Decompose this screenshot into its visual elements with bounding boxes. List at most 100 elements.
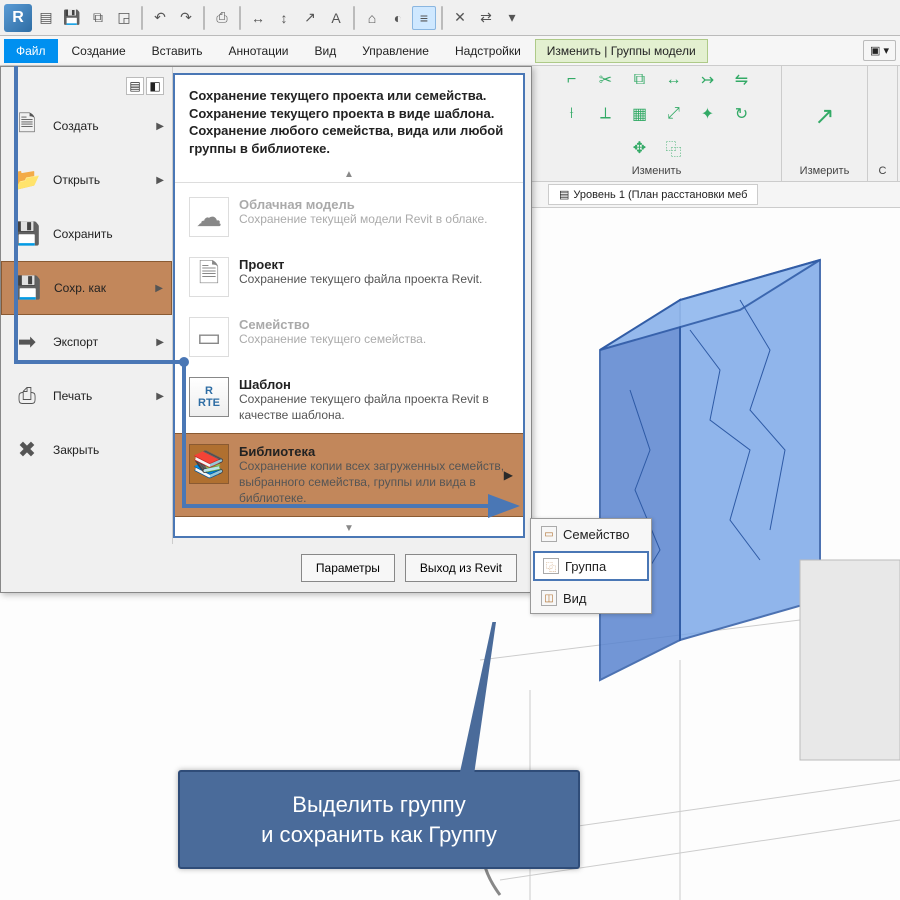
desc: Сохранение текущего файла проекта Revit. <box>239 272 482 288</box>
saveas-cloud-model[interactable]: ☁ Облачная модель Сохранение текущей мод… <box>175 187 523 247</box>
file-menu-minitools: ▤ ◧ <box>1 77 172 99</box>
qat-separator <box>239 6 241 30</box>
scroll-down-icon[interactable]: ▼ <box>175 521 523 536</box>
qat-dropdown-icon[interactable]: ▾ <box>500 6 524 30</box>
save-icon: 💾 <box>11 218 43 250</box>
file-menu-sidebar: ▤ ◧ 🗎 Создать ▶ 📂 Открыть ▶ 💾 Сохранить … <box>1 67 173 544</box>
exit-revit-button[interactable]: Выход из Revit <box>405 554 517 582</box>
pin-icon[interactable]: ✦ <box>693 99 723 129</box>
file-menu-save[interactable]: 💾 Сохранить <box>1 207 172 261</box>
file-menu-create[interactable]: 🗎 Создать ▶ <box>1 99 172 153</box>
app-logo: R <box>4 4 32 32</box>
qat-thinlines-icon[interactable]: ≡ <box>412 6 436 30</box>
qat-separator <box>441 6 443 30</box>
scroll-up-icon[interactable]: ▲ <box>175 167 523 182</box>
cope-icon[interactable]: ⌐ <box>557 65 587 95</box>
ribbon-panel-c: С <box>868 66 898 181</box>
saveas-template[interactable]: RRTE Шаблон Сохранение текущего файла пр… <box>175 367 523 433</box>
tab-file[interactable]: Файл <box>4 39 58 63</box>
chevron-right-icon: ▶ <box>504 468 513 482</box>
file-menu-saveas[interactable]: 💾 Сохр. как ▶ <box>1 261 172 315</box>
tab-addins[interactable]: Надстройки <box>443 39 533 63</box>
array-icon[interactable]: ▦ <box>625 99 655 129</box>
join-icon[interactable]: ⧉ <box>625 65 655 95</box>
qat-align-icon[interactable]: ↕ <box>272 6 296 30</box>
mirror-icon[interactable]: ⇋ <box>727 65 757 95</box>
qat-dim-icon[interactable]: ↗ <box>298 6 322 30</box>
ribbon-panel-label: Измерить <box>800 163 850 179</box>
title: Проект <box>239 257 482 272</box>
file-menu-footer: Параметры Выход из Revit <box>1 544 531 592</box>
tab-view[interactable]: Вид <box>303 39 349 63</box>
qat-close-icon[interactable]: ✕ <box>448 6 472 30</box>
saveas-family[interactable]: ▭ Семейство Сохранение текущего семейств… <box>175 307 523 367</box>
rotate-icon[interactable]: ↻ <box>727 99 757 129</box>
library-save-view[interactable]: ◫ Вид <box>531 583 651 613</box>
title: Семейство <box>239 317 426 332</box>
template-icon: RRTE <box>189 377 229 417</box>
family-icon: ▭ <box>189 317 229 357</box>
pin-small-icon[interactable]: ◧ <box>146 77 164 95</box>
library-save-family[interactable]: ▭ Семейство <box>531 519 651 549</box>
recent-small-icon[interactable]: ▤ <box>126 77 144 95</box>
label: Экспорт <box>53 335 98 349</box>
qat-section-icon[interactable]: ◐ <box>386 6 410 30</box>
saveas-library[interactable]: 📚 Библиотека Сохранение копии всех загру… <box>175 433 523 517</box>
qat-sync-icon[interactable]: ◲ <box>112 6 136 30</box>
options-button[interactable]: Параметры <box>301 554 395 582</box>
close-file-icon: ✖ <box>11 434 43 466</box>
move-icon[interactable]: ✥ <box>625 133 655 163</box>
align-icon[interactable]: ↔ <box>659 65 689 95</box>
view-tab-label: Уровень 1 (План расстановки меб <box>573 189 747 201</box>
label: Создать <box>53 119 99 133</box>
family-small-icon: ▭ <box>541 526 557 542</box>
ribbon-panel-measure: ↗ Измерить <box>782 66 868 181</box>
desc: Сохранение текущей модели Revit в облаке… <box>239 212 488 228</box>
label: Закрыть <box>53 443 99 457</box>
library-icon: 📚 <box>189 444 229 484</box>
chevron-right-icon: ▶ <box>156 391 164 402</box>
qat-print-icon[interactable]: ⎙ <box>210 6 234 30</box>
quick-access-toolbar: R ▤ 💾 ⧉ ◲ ↶ ↷ ⎙ ↔ ↕ ↗ A ⌂ ◐ ≡ ✕ ⇄ ▾ <box>0 0 900 36</box>
split-icon[interactable]: ⟊ <box>557 99 587 129</box>
trim-icon[interactable]: ⟂ <box>591 99 621 129</box>
submenu-heading: Сохранение текущего проекта или семейств… <box>175 75 523 167</box>
file-menu-export[interactable]: ➡ Экспорт ▶ <box>1 315 172 369</box>
label: Открыть <box>53 173 100 187</box>
tab-manage[interactable]: Управление <box>350 39 441 63</box>
tab-modify-groups[interactable]: Изменить | Группы модели <box>535 39 708 63</box>
qat-text-icon[interactable]: A <box>324 6 348 30</box>
qat-save-icon[interactable]: 💾 <box>60 6 84 30</box>
saveas-project[interactable]: 🗎 Проект Сохранение текущего файла проек… <box>175 247 523 307</box>
qat-saveall-icon[interactable]: ⧉ <box>86 6 110 30</box>
qat-switch-icon[interactable]: ⇄ <box>474 6 498 30</box>
library-save-group[interactable]: ⿻ Группа <box>533 551 649 581</box>
tab-annotations[interactable]: Аннотации <box>217 39 301 63</box>
qat-3d-icon[interactable]: ⌂ <box>360 6 384 30</box>
title: Шаблон <box>239 377 509 392</box>
qat-undo-icon[interactable]: ↶ <box>148 6 172 30</box>
copy-icon[interactable]: ⿻ <box>659 133 689 163</box>
scale-icon[interactable]: ⤢ <box>659 99 689 129</box>
qat-redo-icon[interactable]: ↷ <box>174 6 198 30</box>
tab-insert[interactable]: Вставить <box>140 39 215 63</box>
file-menu-close[interactable]: ✖ Закрыть <box>1 423 172 477</box>
label: Сохр. как <box>54 281 106 295</box>
offset-icon[interactable]: ↣ <box>693 65 723 95</box>
qat-measure-icon[interactable]: ↔ <box>246 6 270 30</box>
file-menu-print[interactable]: ⎙ Печать ▶ <box>1 369 172 423</box>
qat-open-icon[interactable]: ▤ <box>34 6 58 30</box>
project-icon: 🗎 <box>189 257 229 297</box>
callout-line2: и сохранить как Группу <box>190 820 568 850</box>
cut-icon[interactable]: ✂ <box>591 65 621 95</box>
label: Вид <box>563 591 587 606</box>
file-menu-open[interactable]: 📂 Открыть ▶ <box>1 153 172 207</box>
group-small-icon: ⿻ <box>543 558 559 574</box>
ribbon-tray-icon[interactable]: ▣ ▾ <box>863 40 896 61</box>
view-tab[interactable]: ▤ Уровень 1 (План расстановки меб <box>548 184 758 205</box>
chevron-right-icon: ▶ <box>156 337 164 348</box>
qat-separator <box>141 6 143 30</box>
tab-create[interactable]: Создание <box>60 39 138 63</box>
measure-icon[interactable]: ↗ <box>803 95 847 139</box>
library-submenu: ▭ Семейство ⿻ Группа ◫ Вид <box>530 518 652 614</box>
